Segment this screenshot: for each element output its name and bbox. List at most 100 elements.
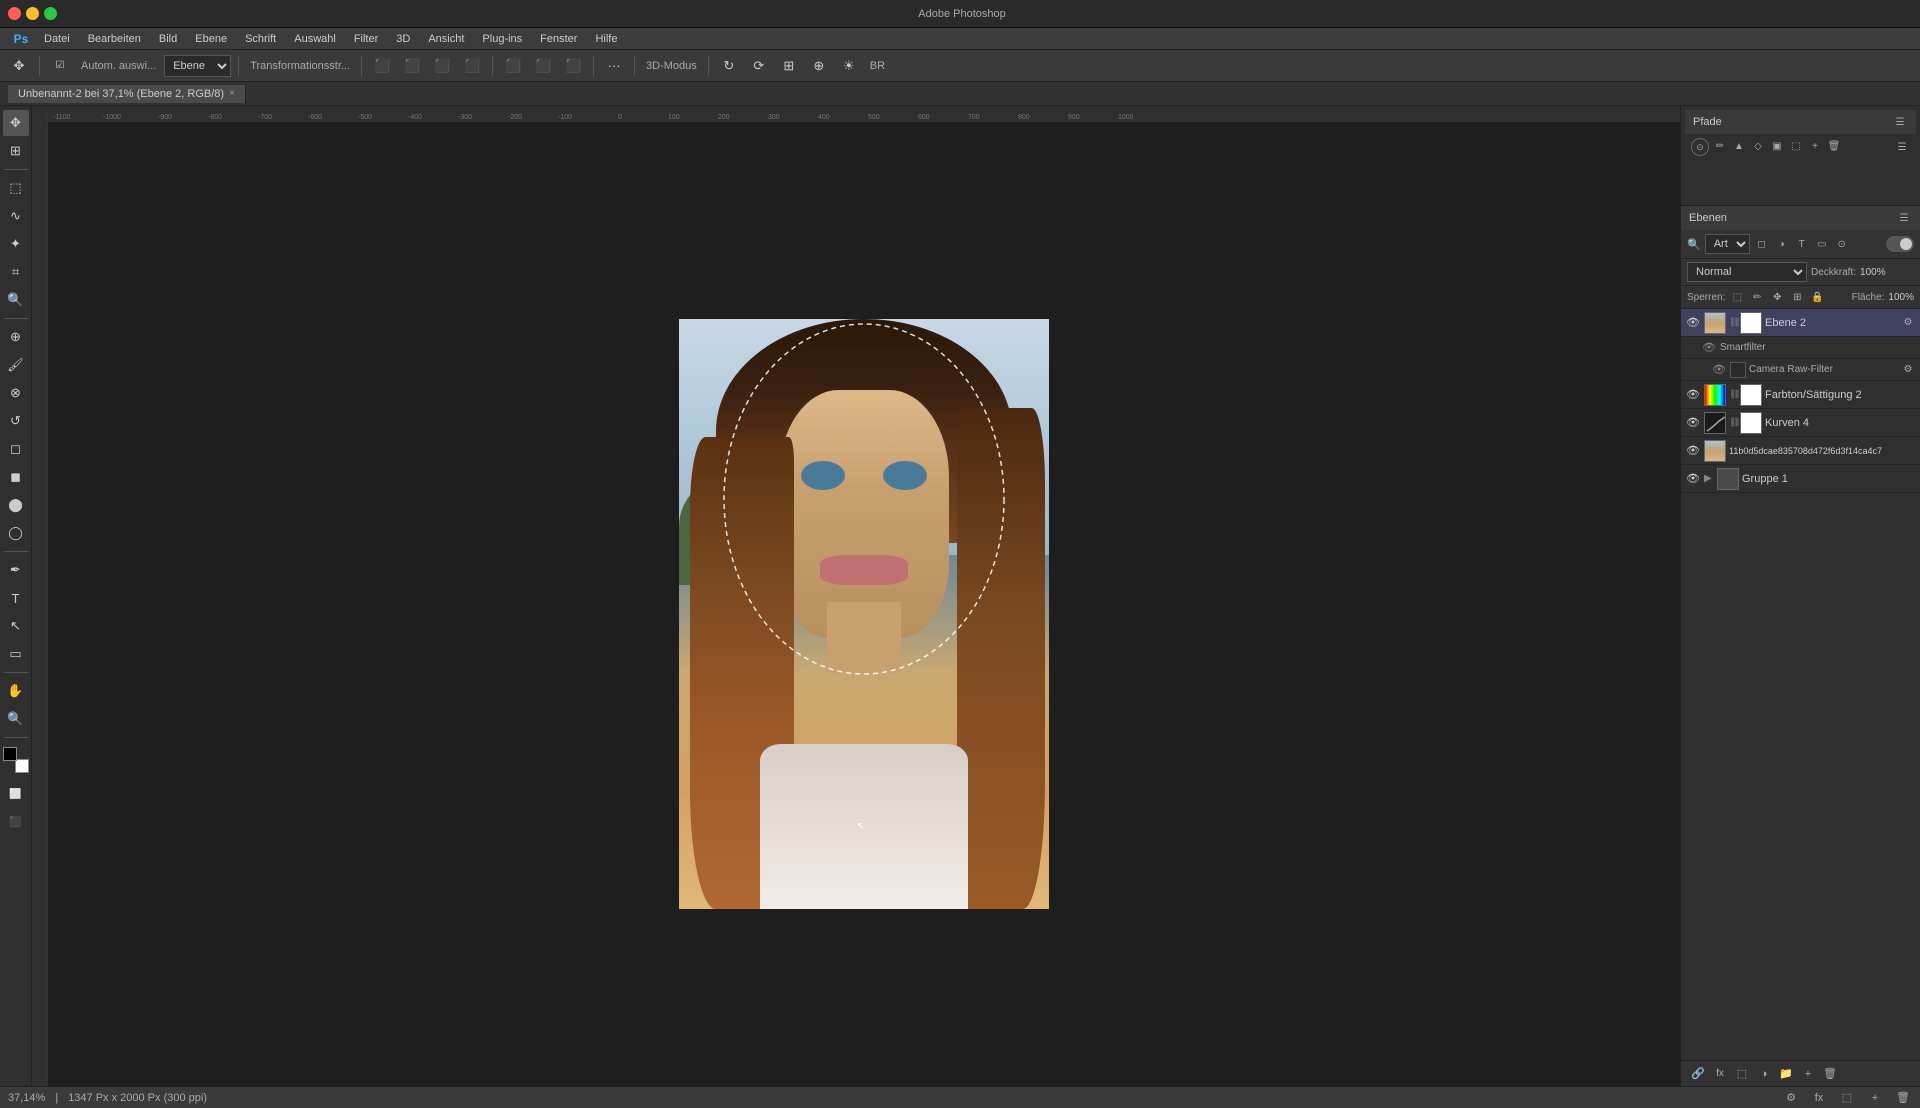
layer-hash[interactable]: 👁 11b0d5dcae835708d472f6d3f14ca4c7 bbox=[1681, 437, 1920, 465]
menu-item-schrift[interactable]: Schrift bbox=[237, 31, 284, 47]
layer-ebene2-options[interactable]: ⚙ bbox=[1900, 315, 1916, 331]
statusbar-settings-icon[interactable]: ⚙ bbox=[1782, 1089, 1800, 1107]
lock-paint-icon[interactable]: ✏ bbox=[1749, 289, 1765, 305]
pen-tool[interactable]: ✒ bbox=[3, 557, 29, 583]
zoom-tool[interactable]: 🔍 bbox=[3, 706, 29, 732]
statusbar-mask-icon[interactable]: ⬚ bbox=[1838, 1089, 1856, 1107]
path-load-icon[interactable]: ▣ bbox=[1769, 138, 1785, 154]
artboard-tool[interactable]: ⊞ bbox=[3, 138, 29, 164]
lock-artboard-icon[interactable]: ⊞ bbox=[1789, 289, 1805, 305]
screen-mode-tool[interactable]: ⬛ bbox=[3, 809, 29, 835]
ps-home-icon[interactable]: Ps bbox=[8, 26, 34, 52]
layer-filter-toggle[interactable] bbox=[1886, 236, 1914, 252]
statusbar-delete-icon[interactable]: 🗑 bbox=[1894, 1089, 1912, 1107]
menu-item-bild[interactable]: Bild bbox=[151, 31, 185, 47]
hand-tool[interactable]: ✋ bbox=[3, 678, 29, 704]
brush-tool[interactable]: 🖌 bbox=[3, 352, 29, 378]
statusbar-add-icon[interactable]: + bbox=[1866, 1089, 1884, 1107]
menu-item-fenster[interactable]: Fenster bbox=[532, 31, 585, 47]
gradient-tool[interactable]: ◼ bbox=[3, 464, 29, 490]
tab-close-button[interactable]: × bbox=[229, 88, 235, 99]
rotate-3d-icon[interactable]: ↻ bbox=[716, 53, 742, 79]
layer-smartfilter[interactable]: 👁 Smartfilter bbox=[1681, 337, 1920, 359]
quick-select-tool[interactable]: ✦ bbox=[3, 231, 29, 257]
menu-item-auswahl[interactable]: Auswahl bbox=[286, 31, 344, 47]
layer-cameraraw-options[interactable]: ⚙ bbox=[1900, 362, 1916, 378]
path-pen-icon[interactable]: ✏ bbox=[1712, 138, 1728, 154]
layers-menu-icon[interactable]: ☰ bbox=[1896, 210, 1912, 226]
marquee-tool[interactable]: ⬚ bbox=[3, 175, 29, 201]
layer-farbton[interactable]: 👁 ⛓ Farbton/Sättigung 2 bbox=[1681, 381, 1920, 409]
layer-filter-shape-icon[interactable]: ▭ bbox=[1814, 236, 1830, 252]
layer-smartfilter-visibility[interactable]: 👁 bbox=[1701, 340, 1717, 356]
layer-filter-select[interactable]: Art bbox=[1705, 234, 1750, 254]
path-delete-icon[interactable]: 🗑 bbox=[1826, 138, 1842, 154]
layer-cameraraw-visibility[interactable]: 👁 bbox=[1711, 362, 1727, 378]
layer-ebene2-visibility[interactable]: 👁 bbox=[1685, 315, 1701, 331]
menu-item-bearbeiten[interactable]: Bearbeiten bbox=[80, 31, 149, 47]
distribute2-icon[interactable]: ⬛ bbox=[530, 53, 556, 79]
dodge-tool[interactable]: ◯ bbox=[3, 520, 29, 546]
light-icon[interactable]: ☀ bbox=[836, 53, 862, 79]
path-mask-icon[interactable]: ⬚ bbox=[1788, 138, 1804, 154]
grid-icon[interactable]: ⊞ bbox=[776, 53, 802, 79]
layer-camera-raw[interactable]: 👁 Camera Raw-Filter ⚙ bbox=[1681, 359, 1920, 381]
maximize-button[interactable] bbox=[44, 7, 57, 20]
menu-item-plug-ins[interactable]: Plug-ins bbox=[474, 31, 530, 47]
eyedropper-tool[interactable]: 🔍 bbox=[3, 287, 29, 313]
lock-all-icon[interactable]: 🔒 bbox=[1809, 289, 1825, 305]
layer-filter-text-icon[interactable]: T bbox=[1794, 236, 1810, 252]
foreground-color-chip[interactable] bbox=[3, 747, 17, 761]
layer-filter-type-icon[interactable]: ◻ bbox=[1754, 236, 1770, 252]
move-tool[interactable]: ✥ bbox=[3, 110, 29, 136]
distribute3-icon[interactable]: ⬛ bbox=[560, 53, 586, 79]
path-new-icon[interactable]: + bbox=[1807, 138, 1823, 154]
paths-panel-header[interactable]: Pfade ☰ bbox=[1685, 110, 1916, 134]
align-middle-icon[interactable]: ⬛ bbox=[399, 53, 425, 79]
layer-filter-adjust-icon[interactable]: ◑ bbox=[1774, 236, 1790, 252]
blend-mode-select[interactable]: Normal bbox=[1687, 262, 1807, 282]
statusbar-fx-icon[interactable]: fx bbox=[1810, 1089, 1828, 1107]
path-circle-icon[interactable]: ⊙ bbox=[1691, 138, 1709, 156]
rollback-icon[interactable]: ⟳ bbox=[746, 53, 772, 79]
minimize-button[interactable] bbox=[26, 7, 39, 20]
blur-tool[interactable]: ⬤ bbox=[3, 492, 29, 518]
layer-hash-visibility[interactable]: 👁 bbox=[1685, 443, 1701, 459]
path-fill-icon[interactable]: ▲ bbox=[1731, 138, 1747, 154]
auto-select-checkbox[interactable]: ☑ bbox=[47, 53, 73, 79]
align-left-icon[interactable]: ⬛ bbox=[459, 53, 485, 79]
move-tool-icon[interactable]: ✥ bbox=[6, 53, 32, 79]
quick-mask-tool[interactable]: ⬜ bbox=[3, 781, 29, 807]
gruppe1-arrow[interactable]: ▶ bbox=[1704, 473, 1714, 484]
lasso-tool[interactable]: ∿ bbox=[3, 203, 29, 229]
menu-item-ansicht[interactable]: Ansicht bbox=[420, 31, 472, 47]
snap-icon[interactable]: ⊕ bbox=[806, 53, 832, 79]
close-button[interactable] bbox=[8, 7, 21, 20]
crop-tool[interactable]: ⌗ bbox=[3, 259, 29, 285]
healing-brush-tool[interactable]: ⊕ bbox=[3, 324, 29, 350]
menu-item-hilfe[interactable]: Hilfe bbox=[587, 31, 625, 47]
layer-type-select[interactable]: Ebene Gruppe bbox=[164, 55, 231, 77]
layer-gruppe1-visibility[interactable]: 👁 bbox=[1685, 471, 1701, 487]
menu-item-filter[interactable]: Filter bbox=[346, 31, 386, 47]
paths-collapse-icon[interactable]: ☰ bbox=[1894, 139, 1910, 155]
layer-ebene2[interactable]: 👁 ⛓ Ebene 2 ⚙ bbox=[1681, 309, 1920, 337]
layer-kurven4[interactable]: 👁 ⛓ Kurven 4 bbox=[1681, 409, 1920, 437]
type-tool[interactable]: T bbox=[3, 585, 29, 611]
eraser-tool[interactable]: ◻ bbox=[3, 436, 29, 462]
menu-item-ebene[interactable]: Ebene bbox=[187, 31, 235, 47]
background-color-chip[interactable] bbox=[15, 759, 29, 773]
lock-position-icon[interactable]: ✥ bbox=[1769, 289, 1785, 305]
more-options-icon[interactable]: ··· bbox=[601, 53, 627, 79]
menu-item-datei[interactable]: Datei bbox=[36, 31, 78, 47]
active-tab[interactable]: Unbenannt-2 bei 37,1% (Ebene 2, RGB/8) × bbox=[8, 85, 246, 103]
distribute-icon[interactable]: ⬛ bbox=[500, 53, 526, 79]
history-brush-tool[interactable]: ↺ bbox=[3, 408, 29, 434]
clone-stamp-tool[interactable]: ⊗ bbox=[3, 380, 29, 406]
layer-farbton-visibility[interactable]: 👁 bbox=[1685, 387, 1701, 403]
shape-tool[interactable]: ▭ bbox=[3, 641, 29, 667]
path-stroke-icon[interactable]: ◇ bbox=[1750, 138, 1766, 154]
layer-filter-smart-icon[interactable]: ⊙ bbox=[1834, 236, 1850, 252]
menu-item-3d[interactable]: 3D bbox=[388, 31, 418, 47]
paths-options-icon[interactable]: ☰ bbox=[1892, 114, 1908, 130]
